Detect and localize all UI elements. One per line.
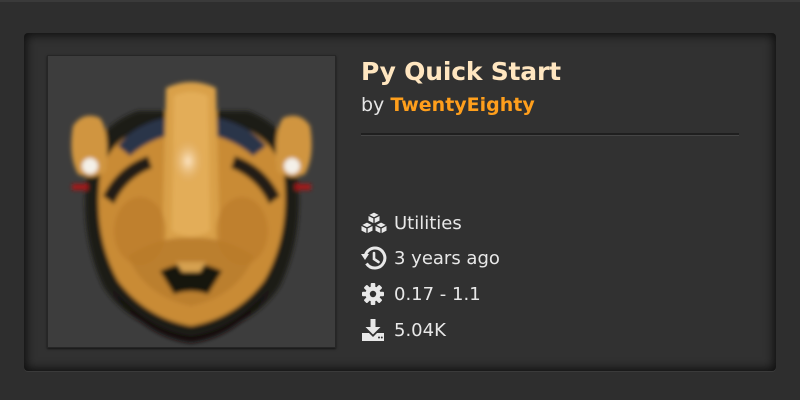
mod-byline: by TwentyEighty [361,90,739,120]
mod-info: Py Quick Start by TwentyEighty [361,52,739,120]
cubes-icon [361,211,389,235]
history-icon [361,246,389,270]
meta-updated: 3 years ago [361,244,500,272]
gear-icon [361,282,389,306]
by-prefix: by [361,94,385,116]
author-link[interactable]: TwentyEighty [390,94,534,116]
mod-title[interactable]: Py Quick Start [361,52,739,92]
version-label: 0.17 - 1.1 [394,283,481,305]
meta-category: Utilities [361,209,462,237]
downloads-label: 5.04K [394,319,446,341]
meta-version: 0.17 - 1.1 [361,280,481,308]
page-background: Py Quick Start by TwentyEighty Utilities… [0,0,800,400]
divider [361,133,739,136]
helmet-thumbnail-icon [48,56,335,347]
updated-label: 3 years ago [394,247,500,269]
download-icon [361,318,389,342]
meta-downloads: 5.04K [361,316,446,344]
mod-thumbnail[interactable] [47,55,336,348]
category-label: Utilities [394,212,462,234]
